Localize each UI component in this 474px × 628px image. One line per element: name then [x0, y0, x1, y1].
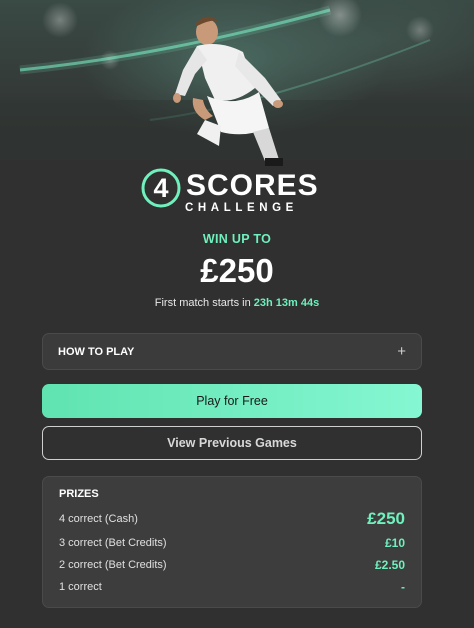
how-to-play-accordion[interactable]: HOW TO PLAY + — [42, 333, 422, 370]
win-amount: £250 — [200, 252, 274, 289]
play-for-free-button[interactable]: Play for Free — [42, 384, 422, 418]
prize-row: 4 correct (Cash) £250 — [59, 506, 405, 532]
four-scores-challenge-logo: 4 SCORES CHALLENGE — [140, 166, 330, 218]
how-to-play-label: HOW TO PLAY — [58, 345, 135, 358]
win-up-to-label: WIN UP TO — [202, 232, 272, 246]
prize-row: 1 correct - — [59, 576, 405, 598]
first-match-label: First match starts in — [154, 297, 251, 309]
prizes-panel: PRIZES 4 correct (Cash) £250 3 correct (… — [42, 476, 422, 608]
logo-title: SCORES — [186, 169, 319, 202]
prize-row: 2 correct (Bet Credits) £2.50 — [59, 554, 405, 576]
prize-label: 1 correct — [59, 581, 102, 593]
prize-label: 2 correct (Bet Credits) — [59, 559, 167, 571]
prize-row: 3 correct (Bet Credits) £10 — [59, 532, 405, 554]
prizes-title: PRIZES — [59, 488, 99, 500]
prize-label: 4 correct (Cash) — [59, 513, 138, 525]
view-previous-games-button[interactable]: View Previous Games — [42, 426, 422, 460]
footballer-image — [173, 16, 283, 166]
first-match-countdown: First match starts in 23h 13m 44s — [0, 297, 474, 309]
hero-banner: 4 SCORES CHALLENGE WIN UP TO £250 First … — [0, 0, 474, 325]
prize-label: 3 correct (Bet Credits) — [59, 537, 167, 549]
prize-value: £2.50 — [374, 558, 405, 572]
logo-number: 4 — [153, 173, 169, 203]
prize-value: - — [401, 580, 405, 594]
countdown-timer: 23h 13m 44s — [253, 297, 320, 309]
plus-icon[interactable]: + — [397, 343, 406, 360]
prize-value: £10 — [384, 536, 405, 550]
logo-subtitle: CHALLENGE — [185, 202, 298, 214]
prize-value: £250 — [367, 509, 405, 528]
